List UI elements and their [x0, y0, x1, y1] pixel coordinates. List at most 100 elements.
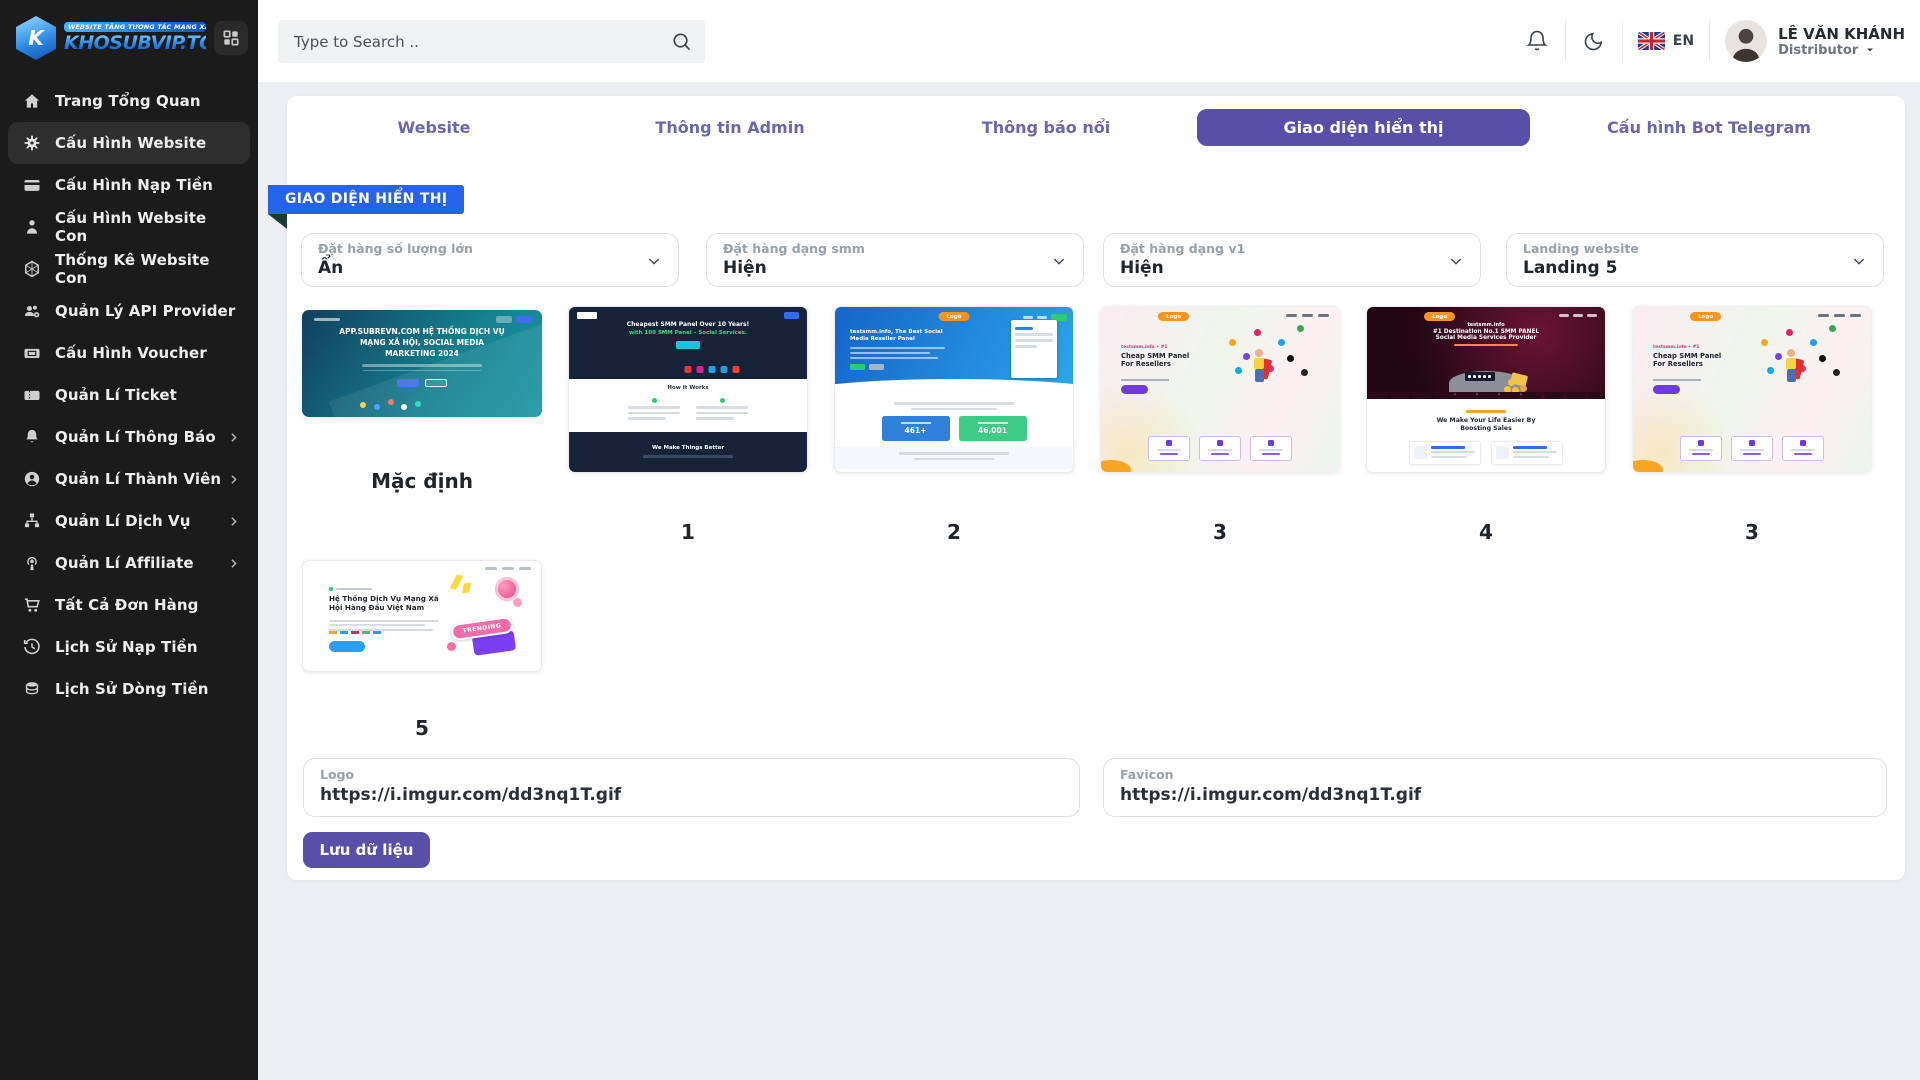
sidebar-item-lich-su-nap-tien[interactable]: Lịch Sử Nạp Tiền	[8, 626, 250, 668]
sitemap-icon	[22, 511, 42, 531]
chevron-down-icon	[1051, 253, 1067, 269]
save-button[interactable]: Lưu dữ liệu	[303, 832, 430, 868]
brand-tagline: WEBSITE TĂNG TƯƠNG TÁC MẠNG XÃ HỘI UY TÍ…	[64, 22, 206, 32]
chevron-down-icon	[1448, 253, 1464, 269]
user-role: Distributor	[1778, 43, 1858, 58]
chevron-down-icon	[1851, 253, 1867, 269]
sidebar: K WEBSITE TĂNG TƯƠNG TÁC MẠNG XÃ HỘI UY …	[0, 0, 258, 1080]
moon-icon	[1582, 30, 1605, 53]
sidebar-item-quan-li-thanh-vien[interactable]: Quản Lí Thành Viên	[8, 458, 250, 500]
search-input[interactable]	[294, 20, 654, 63]
theme-preview-5[interactable]: Hệ Thống Dịch Vụ Mạng Xã Hội Hàng Đầu Vi…	[302, 560, 542, 672]
chevron-down-icon	[646, 253, 662, 269]
theme-option-3b: Logo testsmm.info • #1 Cheap SMM Panel F…	[1632, 306, 1872, 544]
chevron-right-icon	[227, 557, 240, 570]
sidebar-item-cau-hinh-website-con[interactable]: Cấu Hình Website Con	[8, 206, 250, 248]
bell-icon	[22, 427, 42, 447]
home-icon	[22, 91, 42, 111]
bell-icon	[1525, 29, 1549, 53]
theme-label: 3	[1100, 520, 1340, 544]
theme-preview-2[interactable]: Logo testsmm.info, The Best Social Media…	[834, 306, 1074, 473]
sidebar-item-quan-ly-api-provider[interactable]: Quản Lý API Provider	[8, 290, 250, 332]
language-selector[interactable]: EN	[1638, 32, 1694, 50]
coins-icon	[22, 679, 42, 699]
user-name: LÊ VĂN KHÁNH	[1778, 25, 1905, 43]
user-menu[interactable]: LÊ VĂN KHÁNH Distributor	[1725, 20, 1905, 62]
avatar	[1725, 20, 1767, 62]
theme-preview-3[interactable]: Logo testsmm.info • #1 Cheap SMM Panel F…	[1100, 306, 1340, 473]
divider	[1565, 21, 1566, 61]
sidebar-item-tat-ca-don-hang[interactable]: Tất Cả Đơn Hàng	[8, 584, 250, 626]
notifications-button[interactable]	[1524, 28, 1550, 54]
dropdown-landing-website[interactable]: Landing website Landing 5	[1506, 233, 1884, 287]
credit-card-icon	[22, 175, 42, 195]
theme-option-4: Logo testsmm.info #1 Destination No.1 SM…	[1366, 306, 1606, 544]
sidebar-item-quan-li-affiliate[interactable]: Quản Lí Affiliate	[8, 542, 250, 584]
logo-field: Logo	[303, 758, 1080, 817]
tab-thong-tin-admin[interactable]: Thông tin Admin	[655, 109, 804, 146]
sidebar-item-quan-li-dich-vu[interactable]: Quản Lí Dịch Vụ	[8, 500, 250, 542]
language-code: EN	[1673, 33, 1694, 49]
sidebar-item-cau-hinh-voucher[interactable]: Cấu Hình Voucher	[8, 332, 250, 374]
gear-icon	[22, 133, 42, 153]
users-gear-icon	[22, 301, 42, 321]
theme-preview-3b[interactable]: Logo testsmm.info • #1 Cheap SMM Panel F…	[1632, 306, 1872, 473]
sidebar-nav: Trang Tổng Quan Cấu Hình Website Cấu Hìn…	[0, 70, 258, 710]
sidebar-item-cau-hinh-website[interactable]: Cấu Hình Website	[8, 122, 250, 164]
favicon-input[interactable]	[1120, 785, 1870, 805]
sidebar-item-cau-hinh-nap-tien[interactable]: Cấu Hình Nạp Tiền	[8, 164, 250, 206]
uk-flag-icon	[1638, 32, 1665, 50]
sidebar-item-quan-li-ticket[interactable]: Quản Lí Ticket	[8, 374, 250, 416]
tab-cau-hinh-bot-telegram[interactable]: Cấu hình Bot Telegram	[1607, 109, 1811, 146]
theme-option-1: Cheapest SMM Panel Over 10 Years! with 1…	[568, 306, 808, 544]
grid-icon	[221, 28, 241, 48]
brand-title: KHOSUBVIP.TOP	[64, 32, 206, 54]
sidebar-collapse-button[interactable]	[214, 21, 248, 55]
main-content: Website Thông tin Admin Thông báo nổi Gi…	[258, 82, 1920, 1080]
tab-thong-bao-noi[interactable]: Thông báo nổi	[982, 109, 1110, 146]
theme-label: Mặc định	[302, 469, 542, 493]
sidebar-item-lich-su-dong-tien[interactable]: Lịch Sử Dòng Tiền	[8, 668, 250, 710]
brand-logo-icon: K	[16, 16, 56, 60]
search-box	[278, 20, 705, 63]
chevron-right-icon	[227, 473, 240, 486]
ticket-icon	[22, 385, 42, 405]
theme-option-3: Logo testsmm.info • #1 Cheap SMM Panel F…	[1100, 306, 1340, 544]
search-icon[interactable]	[670, 30, 693, 53]
caret-down-icon	[1864, 44, 1876, 56]
sidebar-item-thong-ke-website-con[interactable]: Thống Kê Website Con	[8, 248, 250, 290]
tab-website[interactable]: Website	[398, 109, 471, 146]
theme-label: 1	[568, 520, 808, 544]
sidebar-item-quan-li-thong-bao[interactable]: Quản Lí Thông Báo	[8, 416, 250, 458]
tab-giao-dien-hien-thi[interactable]: Giao diện hiển thị	[1197, 109, 1530, 146]
user-circle-icon	[22, 469, 42, 489]
brand-area: K WEBSITE TĂNG TƯƠNG TÁC MẠNG XÃ HỘI UY …	[0, 0, 258, 70]
theme-option-2: Logo testsmm.info, The Best Social Media…	[834, 306, 1074, 544]
theme-option-5: Hệ Thống Dịch Vụ Mạng Xã Hội Hàng Đầu Vi…	[302, 560, 542, 740]
theme-label: 3	[1632, 520, 1872, 544]
favicon-field-label: Favicon	[1120, 767, 1870, 782]
theme-preview-1[interactable]: Cheapest SMM Panel Over 10 Years! with 1…	[568, 306, 808, 473]
hexagon-globe-icon	[22, 259, 42, 279]
theme-label: 5	[302, 716, 542, 740]
cart-icon	[22, 595, 42, 615]
theme-label: 4	[1366, 520, 1606, 544]
theme-preview-default[interactable]: APP.SUBREVN.COM HỆ THỐNG DỊCH VỤ MẠNG XÃ…	[302, 310, 542, 417]
dropdown-dat-hang-dang-smm[interactable]: Đặt hàng dạng smm Hiện	[706, 233, 1084, 287]
dropdown-dat-hang-so-luong-lon[interactable]: Đặt hàng số lượng lớn Ẩn	[301, 233, 679, 287]
dark-mode-toggle[interactable]	[1581, 28, 1607, 54]
dropdown-dat-hang-dang-v1[interactable]: Đặt hàng dạng v1 Hiện	[1103, 233, 1481, 287]
theme-label: 2	[834, 520, 1074, 544]
voucher-icon	[22, 343, 42, 363]
logo-input[interactable]	[320, 785, 1063, 805]
sidebar-item-trang-tong-quan[interactable]: Trang Tổng Quan	[8, 80, 250, 122]
top-header: EN LÊ VĂN KHÁNH Distributor	[258, 0, 1920, 82]
podcast-icon	[22, 553, 42, 573]
logo-field-label: Logo	[320, 767, 1063, 782]
theme-preview-4[interactable]: Logo testsmm.info #1 Destination No.1 SM…	[1366, 306, 1606, 473]
settings-card: Website Thông tin Admin Thông báo nổi Gi…	[287, 96, 1905, 880]
badge-fold	[268, 214, 287, 229]
header-actions: EN LÊ VĂN KHÁNH Distributor	[1524, 0, 1905, 82]
chevron-right-icon	[227, 431, 240, 444]
favicon-field: Favicon	[1103, 758, 1887, 817]
